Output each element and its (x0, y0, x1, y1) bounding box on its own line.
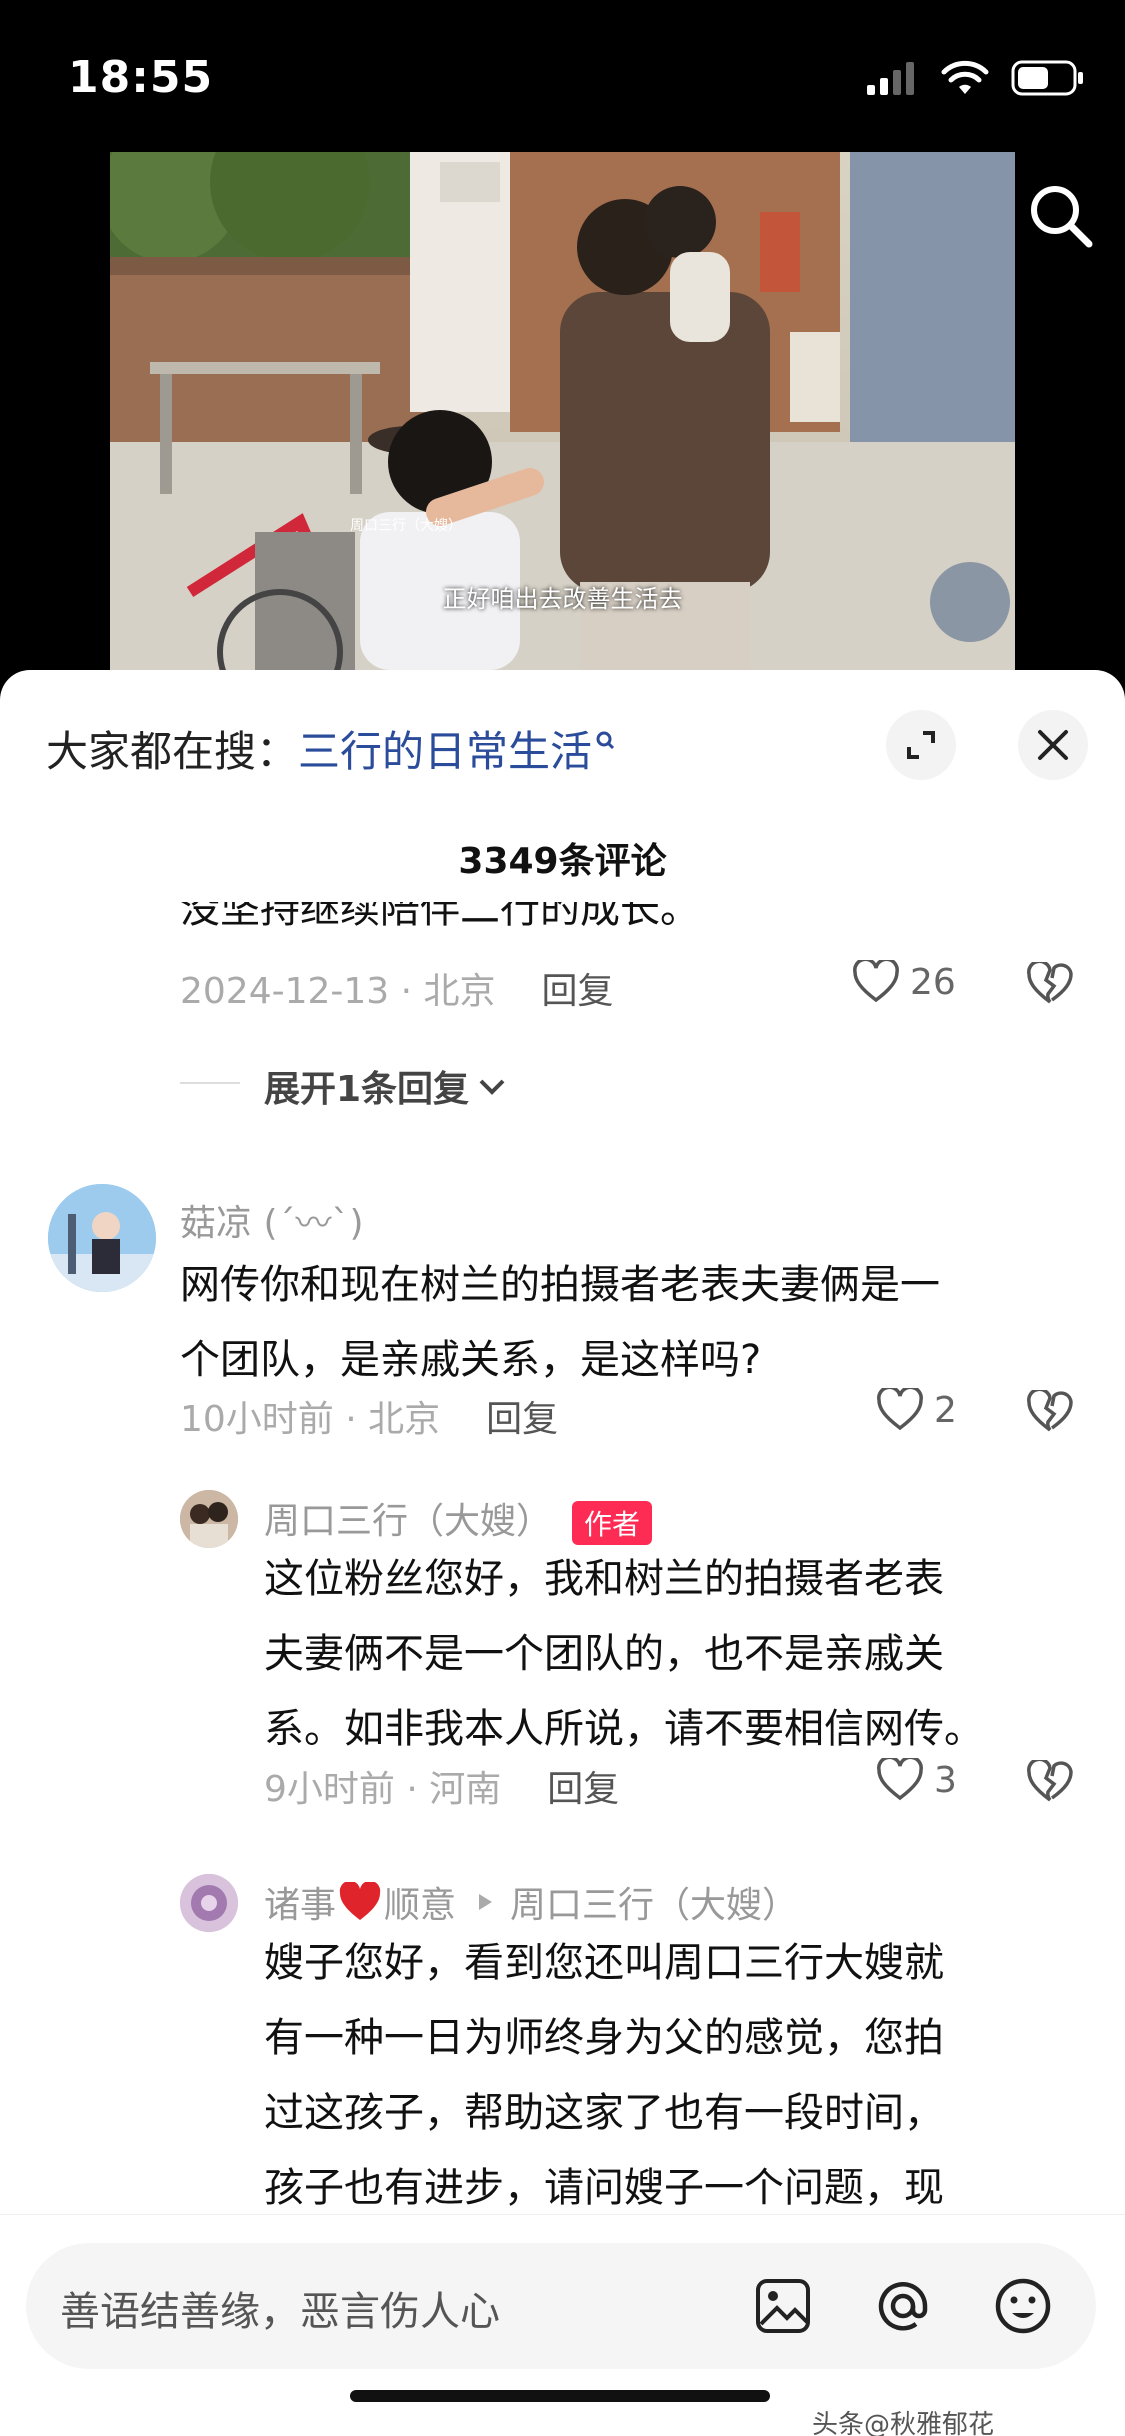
comment-line: 有一种一日为师终身为父的感觉，您拍 (264, 2015, 944, 2061)
expand-replies-label: 展开1条回复 (264, 1069, 470, 1110)
comment-line: 系。如非我本人所说，请不要相信网传。 (264, 1706, 984, 1752)
search-button[interactable] (1025, 180, 1095, 250)
wifi-icon (941, 60, 989, 94)
reply-button[interactable]: 回复 (547, 1769, 619, 1810)
broken-heart-icon (1027, 1387, 1073, 1432)
battery-icon (1011, 60, 1083, 96)
comment-input-bar: 善语结善缘，恶言伤人心 (0, 2214, 1125, 2436)
cellular-signal-icon (867, 62, 914, 95)
expand-icon (907, 731, 935, 759)
avatar[interactable] (48, 1184, 156, 1292)
red-heart-icon (339, 1882, 381, 1920)
avatar[interactable] (180, 1490, 238, 1548)
username-part: 顺意 (384, 1885, 457, 1926)
comment-meta: 9小时前 · 河南 回复 (264, 1760, 619, 1812)
comment-meta: 10小时前 · 北京 回复 (180, 1390, 558, 1442)
at-mention-icon (878, 2282, 928, 2331)
comment-input-placeholder: 善语结善缘，恶言伤人心 (60, 2289, 500, 2335)
avatar-image (180, 1874, 238, 1932)
comment-meta: 2024-12-13 · 北京 回复 (180, 962, 614, 1014)
comment-count: 3349条评论 (458, 841, 667, 882)
image-button[interactable] (746, 2269, 820, 2343)
mention-button[interactable] (866, 2269, 940, 2343)
comment-line: 夫妻俩不是一个团队的，也不是亲戚关 (264, 1631, 944, 1677)
home-indicator (350, 2390, 770, 2402)
search-icon (1031, 186, 1093, 248)
comment-time-location: 10小时前 · 北京 (180, 1399, 441, 1440)
like-button[interactable]: 2 (876, 1388, 957, 1432)
expand-replies-button[interactable]: 展开1条回复 (264, 1060, 509, 1112)
comment-text: 这位粉丝您好，我和树兰的拍摄者老表 夫妻俩不是一个团队的，也不是亲戚关 系。如非… (264, 1542, 984, 1767)
comment-text: 网传你和现在树兰的拍摄者老表夫妻俩是一 个团队，是亲戚关系，是这样吗? (180, 1248, 940, 1398)
like-button[interactable]: 26 (852, 960, 956, 1004)
comment-line: 过这孩子，帮助这家了也有一段时间， (264, 2090, 944, 2136)
comment-username-row: 诸事 顺意 周口三行（大嫂） (264, 1876, 798, 1928)
author-badge: 作者 (572, 1501, 653, 1545)
like-button[interactable]: 3 (876, 1758, 957, 1802)
comment-line: 这位粉丝您好，我和树兰的拍摄者老表 (264, 1556, 944, 1602)
video-subtitle: 正好咱出去改善生活去 (442, 585, 683, 613)
comment-list[interactable]: 没坚持继续陪伴二行的成长。 2024-12-13 · 北京 回复 26 展开1条回… (0, 902, 1125, 2214)
comment-line: 孩子也有进步，请问嫂子一个问题，现 (264, 2165, 944, 2211)
comment-line: 个团队，是亲戚关系，是这样吗? (180, 1337, 762, 1383)
hot-search-prefix: 大家都在搜： (46, 727, 299, 776)
reply-to-username[interactable]: 周口三行（大嫂） (510, 1876, 798, 1928)
comment-line: 网传你和现在树兰的拍摄者老表夫妻俩是一 (180, 1262, 940, 1308)
avatar-image (180, 1490, 238, 1548)
video-frame[interactable]: 周口三行（大嫂） 正好咱出去改善生活去 (110, 152, 1015, 670)
dislike-button[interactable] (1026, 959, 1074, 1010)
comment-username-row: 周口三行（大嫂） 作者 (264, 1492, 653, 1545)
close-icon (1038, 730, 1068, 760)
status-icons (867, 60, 1085, 96)
comment-input[interactable]: 善语结善缘，恶言伤人心 (26, 2243, 1096, 2369)
heart-outline-icon (853, 960, 899, 1003)
expand-button[interactable] (886, 710, 956, 780)
emoji-button[interactable] (986, 2269, 1060, 2343)
avatar-image (48, 1184, 156, 1292)
dislike-button[interactable] (1026, 1387, 1074, 1438)
search-small-icon (594, 718, 616, 767)
comment-time-location: 9小时前 · 河南 (264, 1769, 502, 1810)
like-count: 2 (934, 1389, 957, 1431)
like-count: 26 (910, 961, 956, 1003)
chevron-down-icon (479, 1079, 505, 1095)
sheet-header: 大家都在搜：三行的日常生活 (0, 670, 1125, 820)
status-bar: 18:55 (0, 0, 1125, 150)
reply-arrow-icon (479, 1894, 493, 1910)
comment-line: 嫂子您好，看到您还叫周口三行大嫂就 (264, 1940, 944, 1986)
dislike-button[interactable] (1026, 1757, 1074, 1808)
comment-text: 嫂子您好，看到您还叫周口三行大嫂就 有一种一日为师终身为父的感觉，您拍 过这孩子… (264, 1926, 944, 2214)
comment-sheet: 大家都在搜：三行的日常生活 3349条评论 没坚持继续陪伴二行的成长。 2024… (0, 670, 1125, 2436)
video-player[interactable]: 周口三行（大嫂） 正好咱出去改善生活去 (0, 150, 1125, 670)
reply-button[interactable]: 回复 (486, 1399, 558, 1440)
comment-username[interactable]: 菇凉 (ˊ〰ˋ) (180, 1194, 364, 1246)
heart-outline-icon (877, 1758, 923, 1801)
emoji-icon (995, 2278, 1051, 2334)
image-icon (756, 2279, 810, 2333)
divider-line (180, 1082, 240, 1084)
svg-text:周口三行（大嫂）: 周口三行（大嫂） (350, 518, 462, 534)
close-button[interactable] (1018, 710, 1088, 780)
username-part: 诸事 (264, 1885, 337, 1926)
watermark: 头条@秋雅郁花 (812, 2410, 995, 2436)
avatar[interactable] (180, 1874, 238, 1932)
hot-search-bar[interactable]: 大家都在搜：三行的日常生活 (46, 718, 616, 779)
hot-search-term[interactable]: 三行的日常生活 (298, 727, 592, 776)
broken-heart-icon (1027, 1757, 1073, 1802)
status-time: 18:55 (68, 52, 214, 103)
comment-time-location: 2024-12-13 · 北京 (180, 971, 496, 1012)
reply-button[interactable]: 回复 (542, 971, 614, 1012)
broken-heart-icon (1027, 959, 1073, 1004)
comment-text: 没坚持继续陪伴二行的成长。 (180, 902, 700, 932)
heart-outline-icon (877, 1388, 923, 1431)
comment-username[interactable]: 周口三行（大嫂） (264, 1501, 552, 1542)
comment-username[interactable]: 诸事 顺意 (264, 1876, 456, 1928)
like-count: 3 (934, 1759, 957, 1801)
